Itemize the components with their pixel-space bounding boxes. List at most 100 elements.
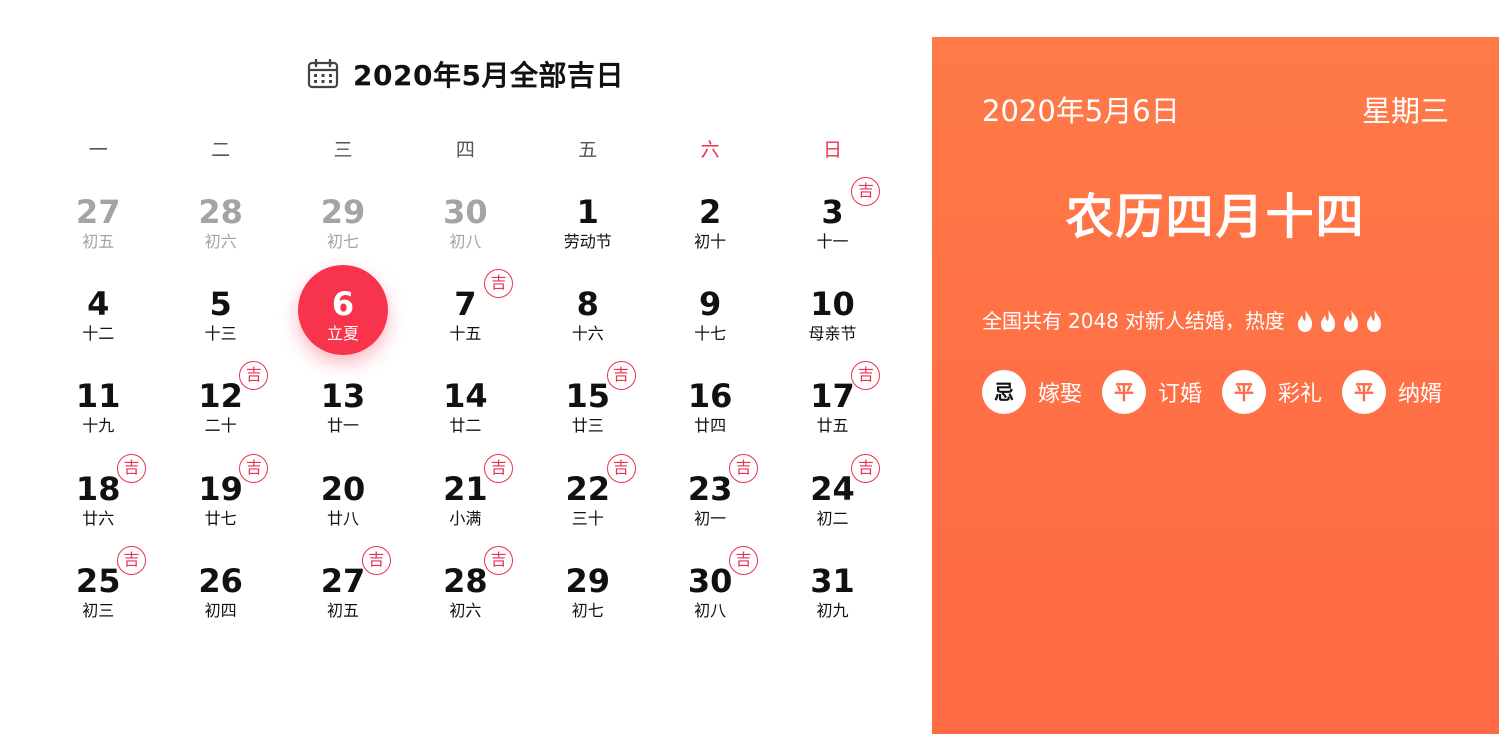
flame-icon (1343, 310, 1358, 332)
calendar-day[interactable]: 3 十一吉 (771, 172, 893, 264)
day-lunar-label: 初一 (694, 508, 727, 528)
selected-date: 2020年5月6日 (982, 94, 1180, 128)
calendar-day[interactable]: 30 初八吉 (649, 541, 771, 633)
day-lunar-label: 廿三 (571, 416, 604, 436)
day-lunar-label: 廿四 (694, 416, 727, 436)
auspicious-badge: 吉 (606, 453, 636, 483)
calendar-day[interactable]: 22 三十吉 (527, 449, 649, 541)
calendar-day[interactable]: 15 廿三吉 (527, 356, 649, 448)
calendar-day[interactable]: 29 初七 (282, 172, 404, 264)
day-detail-panel: 2020年5月6日 星期三 农历四月十四 全国共有 2048 对新人结婚，热度 … (932, 37, 1499, 734)
calendar-day[interactable]: 5 十三 (159, 264, 281, 356)
day-lunar-label: 初四 (204, 600, 237, 620)
flame-icon (1320, 310, 1335, 332)
day-lunar-label: 初六 (449, 600, 482, 620)
day-number: 5 (209, 285, 232, 324)
calendar-day[interactable]: 26 初四 (159, 541, 281, 633)
auspicious-badge: 吉 (606, 361, 636, 391)
calendar-day[interactable]: 16 廿四 (649, 356, 771, 448)
calendar-day[interactable]: 1 劳动节 (527, 172, 649, 264)
calendar-day[interactable]: 29 初七 (527, 541, 649, 633)
day-number: 29 (320, 193, 366, 231)
activity-tag: 平纳婿 (1342, 370, 1442, 414)
calendar-day[interactable]: 28 初六 (159, 172, 281, 264)
day-lunar-label: 十六 (571, 324, 604, 344)
calendar-day[interactable]: 27 初五吉 (282, 541, 404, 633)
day-number: 13 (320, 377, 366, 416)
day-lunar-label: 初六 (204, 232, 237, 251)
calendar-day[interactable]: 2 初十 (649, 172, 771, 264)
day-number: 1 (576, 193, 599, 231)
weekday-label: 六 (700, 139, 720, 161)
calendar-day[interactable]: 20 廿八 (282, 449, 404, 541)
weekday-label: 一 (88, 139, 108, 161)
lunar-date: 农历四月十四 (1065, 189, 1366, 245)
neutral-badge: 平 (1222, 370, 1267, 414)
day-lunar-label: 初七 (571, 600, 604, 620)
day-number: 30 (443, 193, 488, 231)
calendar-day[interactable]: 28 初六吉 (404, 541, 526, 633)
calendar-day[interactable]: 9 十七 (649, 264, 771, 356)
calendar-day[interactable]: 18 廿六吉 (37, 449, 159, 541)
activity-label: 纳婿 (1398, 382, 1443, 407)
activity-tag: 平彩礼 (1222, 370, 1322, 414)
calendar-day[interactable]: 12 二十吉 (159, 356, 281, 448)
day-lunar-label: 初五 (326, 600, 359, 620)
day-number: 8 (576, 285, 599, 324)
day-number: 11 (75, 377, 121, 416)
activity-tag: 平订婚 (1102, 370, 1202, 414)
calendar-day[interactable]: 17 廿五吉 (771, 356, 893, 448)
calendar-day[interactable]: 8 十六 (527, 264, 649, 356)
calendar-day[interactable]: 31 初九 (771, 541, 893, 633)
day-lunar-label: 母亲节 (808, 324, 857, 344)
calendar-day[interactable]: 25 初三吉 (37, 541, 159, 633)
page-title: 2020年5月全部吉日 (353, 59, 624, 92)
calendar-day[interactable]: 13 廿一 (282, 356, 404, 448)
activity-label: 嫁娶 (1038, 382, 1083, 407)
calendar-grid: 27 初五 28 初六 29 初七 30 初八 1 劳动节 2 初十 3 十一吉 4 十二 5 十三 6 立夏 7 十五吉… (37, 172, 894, 633)
day-lunar-label: 初七 (326, 232, 359, 251)
day-lunar-label: 三十 (571, 508, 604, 528)
day-lunar-label: 小满 (449, 508, 482, 528)
calendar-day[interactable]: 7 十五吉 (404, 264, 526, 356)
calendar-day[interactable]: 11 十九 (37, 356, 159, 448)
calendar-day[interactable]: 21 小满吉 (404, 449, 526, 541)
calendar-day[interactable]: 24 初二吉 (771, 449, 893, 541)
day-lunar-label: 立夏 (326, 324, 359, 344)
day-lunar-label: 初八 (694, 600, 727, 620)
calendar-day[interactable]: 4 十二 (37, 264, 159, 356)
day-number: 28 (198, 193, 243, 231)
heat-prefix: 全国共有 (982, 309, 1062, 333)
calendar-day[interactable]: 30 初八 (404, 172, 526, 264)
day-lunar-label: 初三 (82, 600, 115, 620)
weekday-label: 三 (333, 139, 353, 161)
activity-tags: 忌嫁娶平订婚平彩礼平纳婿 (982, 370, 1462, 414)
calendar-day-selected[interactable]: 6 立夏 (282, 264, 404, 356)
calendar-day[interactable]: 27 初五 (37, 172, 159, 264)
day-number: 29 (565, 561, 611, 600)
day-lunar-label: 十九 (82, 416, 115, 436)
weekday-label: 日 (823, 139, 843, 161)
selected-weekday: 星期三 (1361, 94, 1449, 128)
calendar-day[interactable]: 10 母亲节 (771, 264, 893, 356)
activity-label: 彩礼 (1278, 382, 1323, 407)
auspicious-badge: 吉 (484, 545, 514, 575)
calendar-day[interactable]: 19 廿七吉 (159, 449, 281, 541)
auspicious-badge: 吉 (728, 453, 758, 483)
day-lunar-label: 廿一 (326, 416, 359, 436)
calendar-day[interactable]: 23 初一吉 (649, 449, 771, 541)
day-number: 4 (87, 285, 110, 324)
auspicious-badge: 吉 (728, 545, 758, 575)
activity-tag: 忌嫁娶 (982, 370, 1082, 414)
day-lunar-label: 初八 (449, 232, 482, 251)
day-number: 31 (810, 561, 855, 600)
heat-suffix: 对新人结婚，热度 (1124, 309, 1285, 333)
neutral-badge: 平 (1342, 370, 1387, 414)
auspicious-badge: 吉 (239, 453, 269, 483)
day-number: 27 (75, 193, 121, 231)
day-lunar-label: 廿二 (449, 416, 482, 436)
auspicious-badge: 吉 (361, 545, 391, 575)
calendar-day[interactable]: 14 廿二 (404, 356, 526, 448)
day-number: 2 (699, 193, 722, 231)
day-lunar-label: 劳动节 (563, 232, 612, 251)
